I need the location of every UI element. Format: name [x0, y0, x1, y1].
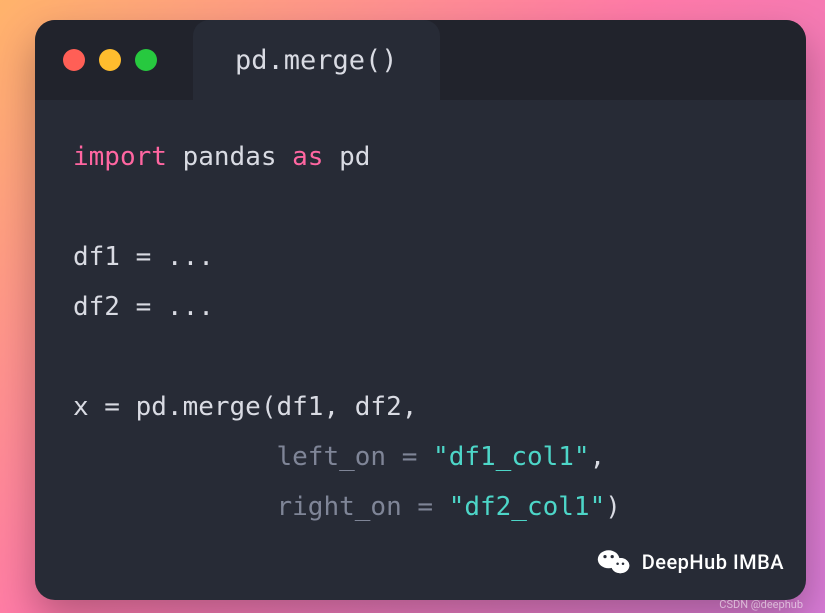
csdn-watermark: CSDN @deephub [719, 598, 803, 611]
traffic-lights [63, 49, 157, 71]
str-df1-col1: "df1_col1" [433, 442, 590, 472]
code-indent [73, 492, 277, 522]
code-line-df1: df1 = ... [73, 242, 214, 272]
keyword-as: as [292, 142, 323, 172]
arg-left-on: left_on = [277, 442, 434, 472]
minimize-icon[interactable] [99, 49, 121, 71]
code-line-call: x = pd.merge(df1, df2, [73, 392, 417, 422]
module-name: pandas [183, 142, 277, 172]
titlebar: pd.merge() [35, 20, 806, 100]
code-window: pd.merge() import pandas as pd df1 = ...… [35, 20, 806, 600]
code-block: import pandas as pd df1 = ... df2 = ... … [35, 100, 806, 532]
wechat-icon [596, 544, 632, 580]
footer: DeepHub IMBA [596, 544, 784, 580]
brand-text: DeepHub IMBA [642, 550, 784, 574]
zoom-icon[interactable] [135, 49, 157, 71]
comma: , [590, 442, 606, 472]
alias-name: pd [339, 142, 370, 172]
paren-close: ) [605, 492, 621, 522]
code-line-df2: df2 = ... [73, 292, 214, 322]
keyword-import: import [73, 142, 167, 172]
str-df2-col1: "df2_col1" [449, 492, 606, 522]
close-icon[interactable] [63, 49, 85, 71]
code-indent [73, 442, 277, 472]
tab-title: pd.merge() [193, 20, 440, 100]
arg-right-on: right_on = [277, 492, 449, 522]
